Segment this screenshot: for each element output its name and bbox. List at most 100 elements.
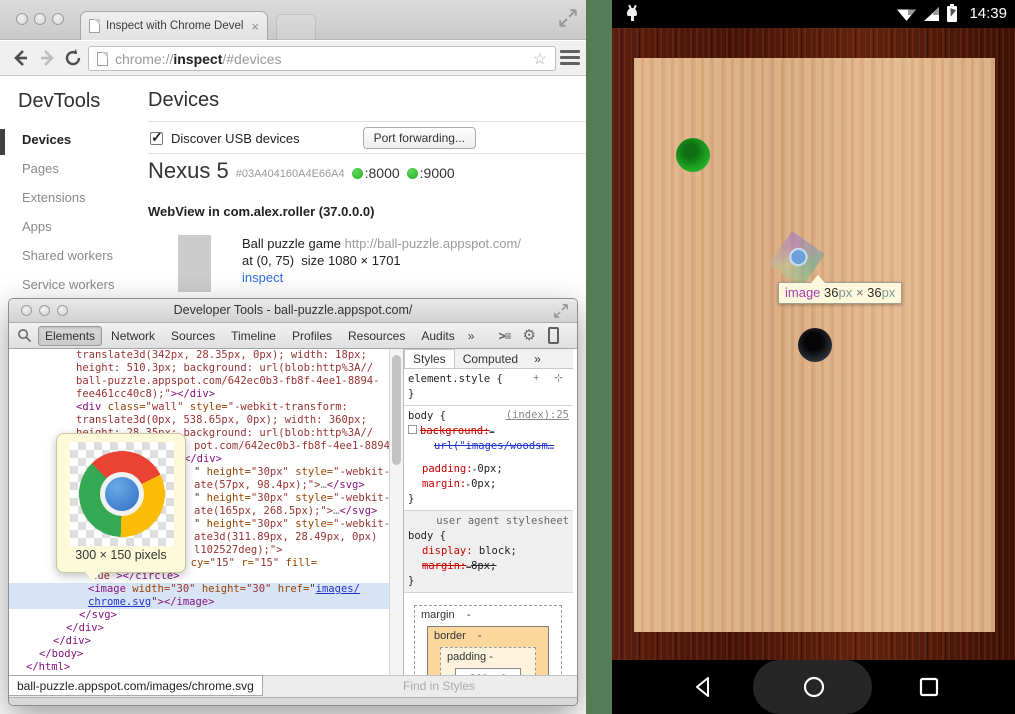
zoom-window-button[interactable] (52, 13, 64, 25)
port-status-9000: :9000 (407, 165, 455, 181)
dom-tree-row[interactable]: <image width="30" height="30" href="imag… (9, 583, 389, 596)
devtools-tab-profiles[interactable]: Profiles (285, 326, 339, 346)
discover-usb-label: Discover USB devices (171, 131, 300, 146)
webview-geometry: at (0, 75) size 1080 × 1701 (242, 253, 401, 268)
devtools-tab-timeline[interactable]: Timeline (224, 326, 283, 346)
dom-tree-row[interactable]: ball-puzzle.appspot.com/642ec0b3-fb8f-4e… (9, 375, 389, 388)
find-in-styles-input[interactable]: Find in Styles (403, 679, 475, 693)
device-row: Nexus 5 #03A404160A4E66A4 :8000 :9000 (148, 158, 455, 184)
devtools-toolbar: ElementsNetworkSourcesTimelineProfilesRe… (9, 323, 577, 349)
status-clock: 14:39 (969, 5, 1007, 22)
devtools-tab-resources[interactable]: Resources (341, 326, 412, 346)
devtools-tab-sources[interactable]: Sources (164, 326, 222, 346)
divider (148, 121, 586, 122)
sidebar-item-apps[interactable]: Apps (22, 219, 52, 239)
inspect-link[interactable]: inspect (242, 270, 283, 285)
dom-tree-row[interactable]: </div> (9, 635, 389, 648)
zoom-window-button[interactable] (57, 305, 68, 316)
port-status-8000: :8000 (352, 165, 400, 181)
android-screen: 14:39 image 36px × 36px (612, 0, 1015, 714)
home-button[interactable] (802, 675, 826, 699)
back-button[interactable] (691, 675, 715, 699)
fullscreen-icon[interactable] (558, 8, 578, 28)
console-drawer-icon[interactable]: >≡ (499, 329, 511, 343)
reload-button[interactable] (63, 48, 83, 68)
sidebar-item-devices[interactable]: Devices (22, 132, 71, 152)
screen: Inspect with Chrome Devel × chrome://ins… (0, 0, 1015, 714)
devtools-brand: DevTools (18, 90, 100, 113)
devtools-tab-elements[interactable]: Elements (38, 326, 102, 346)
dom-tree-row[interactable]: chrome.svg"></image> (9, 596, 389, 609)
green-ball[interactable] (676, 138, 710, 172)
dom-tree-row[interactable]: translate3d(0px, 538.65px, 0px); width: … (9, 414, 389, 427)
cell-signal-icon (924, 7, 939, 21)
elements-scrollbar[interactable] (389, 349, 403, 675)
dom-tree-row[interactable]: </div> (9, 622, 389, 635)
dom-tree-row[interactable]: <div class="wall" style="-webkit-transfo… (9, 401, 389, 414)
sidebar-item-service-workers[interactable]: Service workers (22, 277, 114, 297)
fullscreen-icon[interactable] (553, 303, 569, 319)
chrome-logo (79, 451, 165, 537)
dom-tree-row[interactable]: </html> (9, 661, 389, 674)
wifi-icon (897, 7, 916, 21)
discover-usb-checkbox[interactable] (150, 132, 163, 145)
more-tabs-icon[interactable]: » (526, 350, 549, 368)
styles-panel: Styles Computed » element.style { } + ⊹ … (403, 349, 573, 675)
close-window-button[interactable] (16, 13, 28, 25)
sidebar-item-shared-workers[interactable]: Shared workers (22, 248, 113, 268)
transparency-checker (70, 442, 174, 546)
devtools-titlebar[interactable]: Developer Tools - ball-puzzle.appspot.co… (9, 299, 577, 323)
tab-strip: Inspect with Chrome Devel × (0, 0, 586, 40)
port-forwarding-button[interactable]: Port forwarding... (363, 127, 476, 149)
browser-tab[interactable]: Inspect with Chrome Devel × (80, 11, 268, 40)
property-checkbox[interactable] (408, 425, 417, 434)
dom-tree-row[interactable]: height: 510.3px; background: url(blob:ht… (9, 362, 389, 375)
device-name: Nexus 5 (148, 158, 229, 184)
sidebar-item-pages[interactable]: Pages (22, 161, 59, 181)
game-wood-frame: image 36px × 36px (612, 28, 1015, 660)
forward-button[interactable] (38, 48, 58, 68)
game-board: image 36px × 36px (634, 58, 995, 632)
devtools-content: translate3d(342px, 28.35px, 0px); width:… (9, 349, 577, 675)
devtools-window-edge (9, 697, 577, 706)
tab-computed[interactable]: Computed (455, 350, 526, 368)
dom-tree-row[interactable]: </svg> (9, 609, 389, 622)
dom-tree-row[interactable]: translate3d(342px, 28.35px, 0px); width:… (9, 349, 389, 362)
user-agent-rule[interactable]: user agent stylesheet body { display: bl… (404, 511, 573, 593)
dark-ball[interactable] (798, 328, 832, 362)
device-serial: #03A404160A4E66A4 (236, 168, 345, 180)
back-button[interactable] (10, 48, 30, 68)
bookmark-star-icon[interactable]: ☆ (533, 49, 547, 69)
tab-close-icon[interactable]: × (251, 20, 259, 33)
tooltip-caret (85, 572, 101, 581)
minimize-window-button[interactable] (39, 305, 50, 316)
search-icon[interactable] (17, 328, 32, 343)
tab-styles[interactable]: Styles (404, 349, 455, 368)
browser-menu-button[interactable] (560, 50, 580, 66)
devtools-tab-network[interactable]: Network (104, 326, 162, 346)
address-bar[interactable]: chrome://inspect/#devices ☆ (88, 46, 556, 71)
close-window-button[interactable] (21, 305, 32, 316)
discover-usb-row: Discover USB devices Port forwarding... (150, 126, 476, 150)
element-style-rule[interactable]: element.style { } + ⊹ (404, 369, 573, 406)
sidebar-item-extensions[interactable]: Extensions (22, 190, 86, 210)
devtools-tab-audits[interactable]: Audits (414, 326, 461, 346)
stylesheet-source-link[interactable]: (index):25 (506, 409, 569, 421)
minimize-window-button[interactable] (34, 13, 46, 25)
url-page-icon (97, 52, 108, 66)
desktop-background (586, 0, 612, 714)
element-size-tooltip: image 36px × 36px (778, 282, 902, 304)
dom-tree-row[interactable]: </body> (9, 648, 389, 661)
index-body-rule[interactable]: body { (index):25 background:▸ url("imag… (404, 406, 573, 511)
usb-debugging-icon (624, 5, 640, 21)
new-tab-button[interactable] (276, 14, 316, 40)
tab-title: Inspect with Chrome Devel (106, 20, 245, 32)
webview-thumbnail (178, 235, 211, 292)
more-tabs-icon[interactable]: » (464, 329, 479, 343)
recents-button[interactable] (917, 675, 941, 699)
webview-page-line: Ball puzzle game http://ball-puzzle.apps… (242, 236, 521, 251)
dom-tree-row[interactable]: fee461cc40c8);"></div> (9, 388, 389, 401)
device-mode-icon[interactable] (548, 327, 559, 344)
new-style-rule-and-inspect-icons[interactable]: + ⊹ (533, 372, 569, 384)
gear-icon[interactable]: ⚙ (523, 328, 536, 343)
